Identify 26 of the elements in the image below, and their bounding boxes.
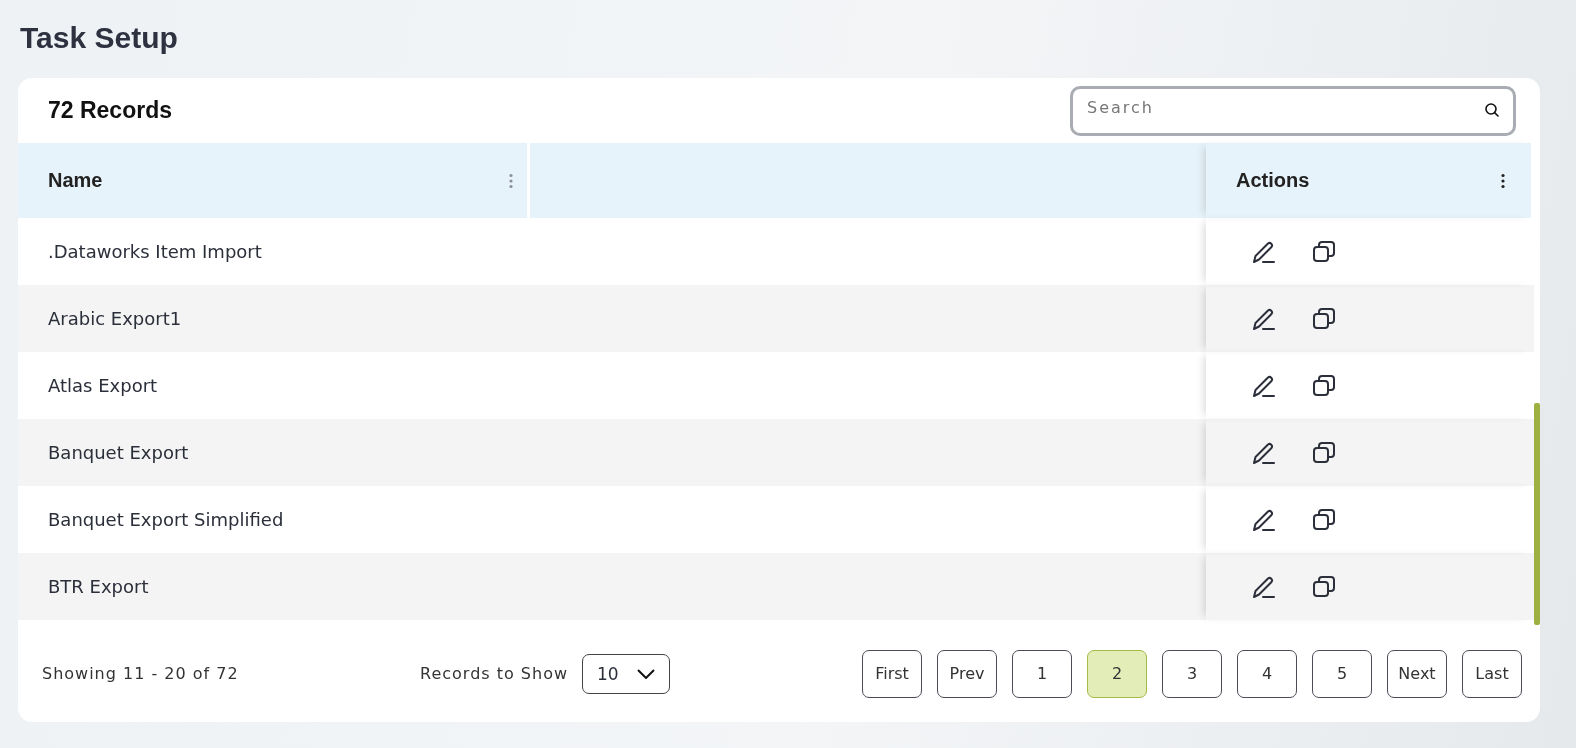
search-field[interactable]: Search <box>1070 85 1516 136</box>
records-select[interactable]: 10 <box>582 653 671 694</box>
page-button[interactable]: Next <box>1387 649 1447 698</box>
column-header: Name <box>48 169 103 192</box>
table-cell: .Dataworks Item Import <box>48 241 262 262</box>
column-menu-icon[interactable] <box>1501 172 1505 189</box>
page-button[interactable]: 1 <box>1012 649 1072 698</box>
page-button[interactable]: 2 <box>1087 649 1147 698</box>
page-button[interactable]: First <box>862 649 922 698</box>
showing-text: Showing 11 - 20 of 72 <box>42 664 240 683</box>
column-header: Actions <box>1236 169 1310 192</box>
page-button[interactable]: Last <box>1462 649 1522 698</box>
page-title: Task Setup <box>20 20 179 56</box>
page-button[interactable]: Prev <box>937 649 997 698</box>
records-count: 72 Records <box>48 97 172 124</box>
records-to-show-label: Records to Show <box>420 664 569 683</box>
page-button[interactable]: 5 <box>1312 649 1372 698</box>
chevron-down-icon <box>637 668 656 679</box>
page-button[interactable]: 4 <box>1237 649 1297 698</box>
table-cell: Banquet Export Simplified <box>48 509 284 530</box>
table-cell: Atlas Export <box>48 375 158 396</box>
page-button[interactable]: 3 <box>1162 649 1222 698</box>
table-cell: Banquet Export <box>48 442 189 463</box>
table-cell: BTR Export <box>48 576 149 597</box>
table-cell: Arabic Export1 <box>48 308 182 329</box>
search-icon <box>1484 101 1500 118</box>
